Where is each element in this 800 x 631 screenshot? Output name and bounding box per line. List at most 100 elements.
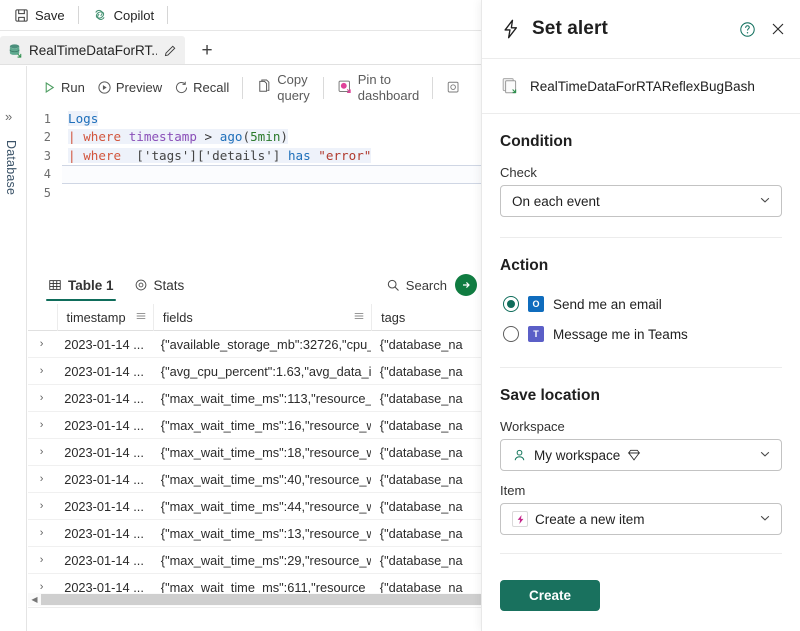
token-brackets-details: ['details'] (196, 147, 281, 163)
tab-realtimedata[interactable]: RealTimeDataForRT... (0, 36, 185, 65)
rail-label-database[interactable]: Database (4, 140, 18, 195)
editor-line-3: 3 | where ['tags']['details'] has "error… (28, 147, 481, 165)
pin-to-dashboard-button[interactable]: Pin to dashboard (331, 70, 425, 105)
item-label: Item (500, 483, 526, 498)
scroll-thumb[interactable] (41, 594, 481, 605)
grid-header-fields[interactable]: fields (152, 304, 371, 331)
preview-label: Preview (115, 80, 163, 95)
row-expander-icon[interactable]: › (28, 466, 55, 493)
row-expander-icon[interactable]: › (28, 520, 55, 547)
preview-button[interactable]: Preview (91, 78, 168, 97)
radio-indicator (503, 326, 519, 342)
grid-header-timestamp-label: timestamp (66, 309, 126, 325)
table-cell-tags: {"database_na (379, 552, 463, 568)
more-commands-button[interactable] (440, 78, 468, 98)
token-number: 5min (250, 129, 281, 145)
command-bar: Save Copilot (0, 0, 481, 30)
line-number: 4 (43, 167, 51, 182)
pencil-icon[interactable] (163, 44, 177, 58)
panel-subject-name: RealTimeDataForRTAReflexBugBash (530, 78, 755, 94)
chevron-down-icon (758, 511, 772, 528)
radio-message-me-in-teams-label: Message me in Teams (553, 326, 688, 342)
table-cell-timestamp: 2023-01-14 ... (64, 336, 144, 352)
panel-footer: Create (482, 580, 800, 631)
line-number: 1 (43, 112, 51, 126)
copy-query-label-line2: query (277, 87, 310, 103)
check-dropdown[interactable]: On each event (500, 185, 782, 217)
table-cell-tags: {"database_na (379, 444, 463, 460)
table-row[interactable]: › 2023-01-14 ... {"max_wait_time_ms":40,"r… (28, 466, 481, 493)
column-menu-icon[interactable] (135, 310, 147, 325)
table-cell-timestamp: 2023-01-14 ... (64, 390, 144, 406)
item-dropdown[interactable]: Create a new item (500, 503, 782, 535)
token-column: timestamp (128, 129, 197, 145)
line-number: 3 (43, 148, 51, 163)
editor-line-1: 1 Logs (28, 110, 481, 128)
copilot-button[interactable]: Copilot (84, 3, 162, 27)
tab-strip: RealTimeDataForRT... + (0, 34, 481, 65)
tab-table-1[interactable]: Table 1 (38, 267, 124, 303)
excel-export-button[interactable] (455, 274, 477, 296)
table-row[interactable]: › 2023-01-14 ... {"avg_cpu_percent":1.63,"… (28, 358, 481, 385)
query-toolbar-divider-2 (322, 76, 324, 99)
table-row[interactable]: › 2023-01-14 ... {"max_wait_time_ms":29,"r… (28, 547, 481, 574)
row-expander-icon[interactable]: › (28, 547, 55, 574)
teams-icon: T (528, 326, 544, 342)
grid-header-tags-label: tags (381, 309, 406, 325)
play-icon (42, 80, 57, 95)
save-location-section-divider (500, 553, 782, 554)
grid-horizontal-scrollbar[interactable]: ◀ (28, 593, 481, 606)
table-cell-timestamp: 2023-01-14 ... (64, 471, 144, 487)
add-tab-button[interactable]: + (193, 37, 221, 65)
search-icon (386, 278, 401, 293)
table-row[interactable]: › 2023-01-14 ... {"max_wait_time_ms":113,"… (28, 385, 481, 412)
copy-query-button[interactable]: Copy query (250, 70, 316, 105)
row-expander-icon[interactable]: › (28, 412, 55, 439)
table-cell-tags: {"database_na (379, 390, 463, 406)
radio-message-me-in-teams[interactable]: T Message me in Teams (503, 319, 782, 349)
column-menu-icon[interactable] (353, 310, 365, 325)
close-icon[interactable] (770, 21, 786, 37)
table-icon (48, 278, 62, 292)
tab-stats[interactable]: Stats (124, 267, 195, 303)
token-operator: > (204, 129, 213, 145)
grid-body: › 2023-01-14 ... {"available_storage_mb":3… (28, 331, 481, 601)
table-row[interactable]: › 2023-01-14 ... {"max_wait_time_ms":18,"r… (28, 439, 481, 466)
save-button[interactable]: Save (6, 3, 73, 27)
workspace-dropdown[interactable]: My workspace (500, 439, 782, 471)
scroll-left-icon[interactable]: ◀ (28, 595, 41, 604)
token-paren-close: ) (280, 129, 289, 145)
table-row[interactable]: › 2023-01-14 ... {"max_wait_time_ms":13,"r… (28, 520, 481, 547)
query-editor[interactable]: 1 Logs 2 | where timestamp > ago(5min) 3… (28, 110, 481, 260)
radio-indicator-selected (503, 296, 519, 312)
radio-send-me-an-email[interactable]: O Send me an email (503, 289, 782, 319)
table-cell-timestamp: 2023-01-14 ... (64, 498, 144, 514)
grid-header-tags[interactable]: tags (371, 304, 481, 331)
copy-query-label-line1: Copy (277, 72, 308, 88)
grid-header-timestamp[interactable]: timestamp (56, 304, 153, 331)
row-expander-icon[interactable]: › (28, 439, 55, 466)
workspace-dropdown-value-wrap: My workspace (512, 448, 750, 463)
table-row[interactable]: › 2023-01-14 ... {"available_storage_mb":3… (28, 331, 481, 358)
table-cell-fields: {"max_wait_time_ms":44,"resource_wait_..… (160, 498, 371, 514)
query-toolbar-divider-1 (242, 76, 244, 99)
table-row[interactable]: › 2023-01-14 ... {"max_wait_time_ms":16,"r… (28, 412, 481, 439)
run-button[interactable]: Run (36, 78, 91, 97)
token-keyword: where (83, 147, 122, 163)
help-circle-icon[interactable] (739, 21, 756, 38)
set-alert-panel: Set alert RealTimeDataForRTAReflexBugBas… (481, 0, 800, 631)
table-row[interactable]: › 2023-01-14 ... {"max_wait_time_ms":44,"r… (28, 493, 481, 520)
table-cell-tags: {"database_na (379, 363, 463, 379)
recall-button[interactable]: Recall (168, 78, 235, 97)
search-button[interactable]: Search (386, 278, 447, 293)
search-label: Search (405, 277, 447, 293)
results-actions: Search (386, 266, 481, 304)
row-expander-icon[interactable]: › (28, 331, 55, 358)
row-expander-icon[interactable]: › (28, 385, 55, 412)
row-expander-icon[interactable]: › (28, 493, 55, 520)
row-expander-icon[interactable]: › (28, 358, 55, 385)
table-cell-fields: {"avg_cpu_percent":1.63,"avg_data_io_p..… (160, 363, 371, 379)
token-paren-open: ( (242, 129, 251, 145)
chevron-double-right-icon[interactable]: » (5, 110, 12, 123)
create-button[interactable]: Create (500, 580, 600, 611)
